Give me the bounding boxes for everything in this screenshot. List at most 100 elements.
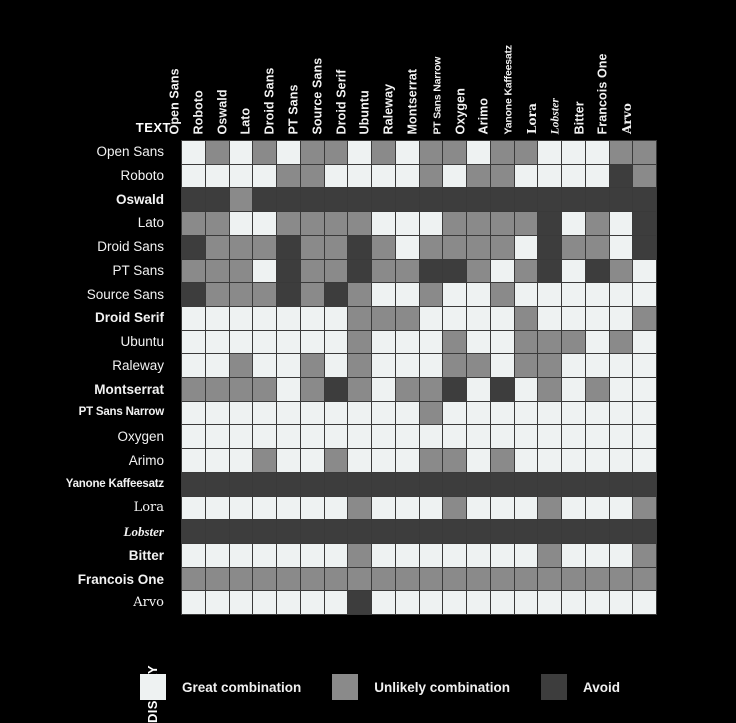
heatmap-cell bbox=[562, 401, 585, 425]
heatmap-cell bbox=[585, 425, 609, 449]
heatmap-cell bbox=[300, 235, 324, 259]
column-header-label: Yanone Kaffeesatz bbox=[502, 44, 515, 134]
heatmap-cell bbox=[514, 378, 538, 401]
heatmap-cell bbox=[395, 354, 419, 377]
column-header-label: Oswald bbox=[215, 88, 230, 134]
heatmap-cell bbox=[229, 141, 253, 164]
heatmap-cell bbox=[633, 212, 656, 235]
heatmap-cell bbox=[205, 283, 229, 306]
heatmap-cell bbox=[205, 164, 229, 188]
heatmap-cell bbox=[633, 543, 656, 567]
heatmap-cell bbox=[253, 141, 276, 164]
heatmap-cell bbox=[419, 520, 443, 543]
heatmap-cell bbox=[229, 543, 253, 567]
heatmap-cell bbox=[514, 330, 538, 354]
heatmap-cell bbox=[229, 449, 253, 472]
heatmap-cell bbox=[419, 378, 443, 401]
heatmap-cell bbox=[395, 401, 419, 425]
heatmap-cell bbox=[277, 425, 300, 449]
heatmap-cell bbox=[253, 283, 276, 306]
heatmap-cell bbox=[443, 520, 466, 543]
heatmap-cell bbox=[300, 259, 324, 283]
heatmap-cell bbox=[490, 330, 514, 354]
heatmap-cell bbox=[562, 543, 585, 567]
heatmap-cell bbox=[538, 567, 561, 591]
heatmap-cell bbox=[585, 543, 609, 567]
heatmap-cell bbox=[277, 567, 300, 591]
heatmap-cell bbox=[229, 188, 253, 212]
row-header-8: Ubuntu bbox=[120, 334, 164, 349]
heatmap-cell bbox=[562, 188, 585, 212]
heatmap-cell bbox=[490, 591, 514, 614]
heatmap-cell bbox=[277, 212, 300, 235]
heatmap-cell bbox=[562, 212, 585, 235]
heatmap-cell bbox=[277, 330, 300, 354]
heatmap-cell bbox=[253, 259, 276, 283]
heatmap-cell bbox=[253, 472, 276, 496]
heatmap-cell bbox=[467, 235, 490, 259]
heatmap-cell bbox=[609, 472, 633, 496]
column-header-label: Arimo bbox=[476, 97, 491, 134]
row-header-2: Oswald bbox=[115, 191, 164, 207]
heatmap-cell bbox=[205, 472, 229, 496]
heatmap-cell bbox=[633, 567, 656, 591]
heatmap-cell bbox=[372, 164, 395, 188]
heatmap-cell bbox=[609, 449, 633, 472]
heatmap-cell bbox=[443, 330, 466, 354]
heatmap-cell bbox=[609, 141, 633, 164]
heatmap-cell bbox=[562, 378, 585, 401]
heatmap-cell bbox=[395, 520, 419, 543]
heatmap-cell bbox=[182, 449, 205, 472]
heatmap-cell bbox=[182, 188, 205, 212]
heatmap-cell bbox=[514, 401, 538, 425]
heatmap-cell bbox=[395, 164, 419, 188]
heatmap-cell bbox=[205, 543, 229, 567]
heatmap-cell bbox=[300, 306, 324, 330]
heatmap-cell bbox=[443, 354, 466, 377]
heatmap-cell bbox=[443, 212, 466, 235]
column-header-label: Droid Serif bbox=[334, 69, 349, 134]
heatmap-cell bbox=[395, 283, 419, 306]
heatmap-cell bbox=[324, 472, 348, 496]
heatmap-cell bbox=[372, 141, 395, 164]
heatmap-cell bbox=[300, 520, 324, 543]
heatmap-cell bbox=[467, 330, 490, 354]
heatmap-cell bbox=[538, 330, 561, 354]
heatmap-cell bbox=[277, 591, 300, 614]
heatmap-cell bbox=[253, 188, 276, 212]
heatmap-cell bbox=[372, 472, 395, 496]
heatmap-cell bbox=[609, 354, 633, 377]
column-header-label: Arvo bbox=[620, 102, 635, 134]
column-header-label: Lobster bbox=[549, 97, 562, 134]
column-header-label: Roboto bbox=[191, 89, 206, 134]
font-pairing-matrix-page: Open Sans Roboto Oswald Lato Droid Sans PT Sa… bbox=[0, 0, 736, 723]
heatmap-cell bbox=[324, 425, 348, 449]
row-header-18: Francois One bbox=[77, 571, 164, 587]
heatmap-cell bbox=[348, 306, 371, 330]
heatmap-cell bbox=[324, 141, 348, 164]
heatmap-cell bbox=[419, 235, 443, 259]
heatmap-cell bbox=[395, 212, 419, 235]
heatmap-cell bbox=[609, 259, 633, 283]
heatmap-cell bbox=[538, 401, 561, 425]
heatmap-cell bbox=[562, 259, 585, 283]
heatmap-cell bbox=[585, 520, 609, 543]
heatmap-cell bbox=[467, 378, 490, 401]
heatmap-cell bbox=[633, 164, 656, 188]
heatmap-cell bbox=[229, 591, 253, 614]
heatmap-cell bbox=[633, 235, 656, 259]
heatmap-cell bbox=[182, 330, 205, 354]
heatmap-cell bbox=[372, 259, 395, 283]
heatmap-cell bbox=[372, 567, 395, 591]
heatmap-cell bbox=[609, 306, 633, 330]
heatmap-cell bbox=[490, 472, 514, 496]
heatmap-cell bbox=[419, 496, 443, 520]
heatmap-cell bbox=[277, 306, 300, 330]
heatmap-cell bbox=[562, 472, 585, 496]
heatmap-cell bbox=[205, 425, 229, 449]
heatmap-cell bbox=[490, 425, 514, 449]
heatmap-cell bbox=[419, 449, 443, 472]
heatmap-cell bbox=[443, 188, 466, 212]
heatmap-cell bbox=[467, 591, 490, 614]
heatmap-cell bbox=[633, 378, 656, 401]
